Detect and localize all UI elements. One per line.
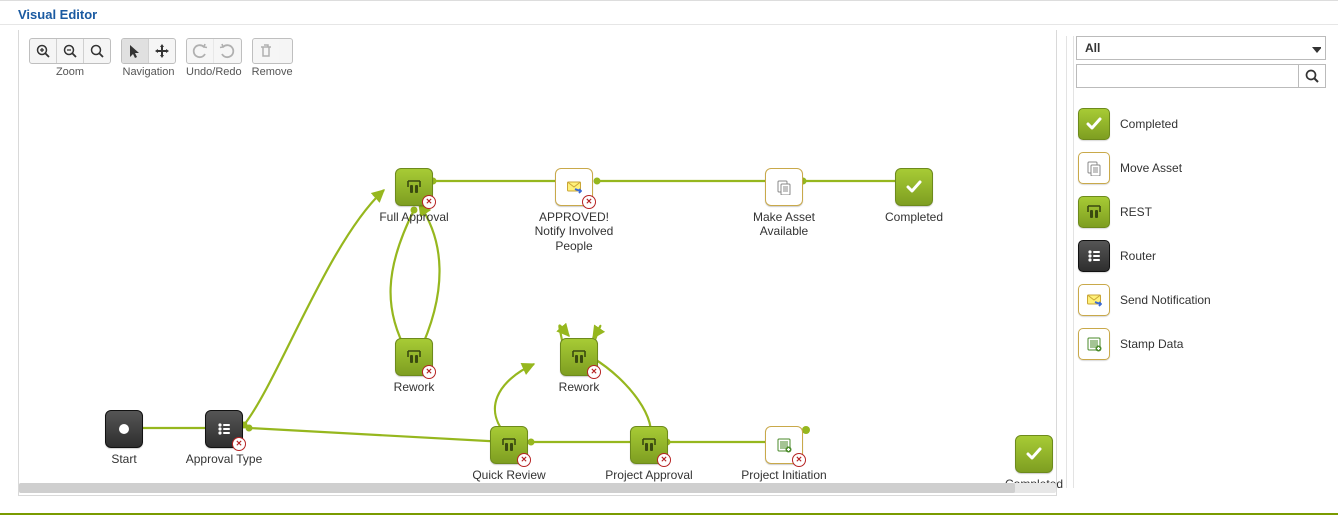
zoom-out-button[interactable] xyxy=(57,39,84,63)
node-label: Start xyxy=(79,452,169,466)
edge-e2 xyxy=(244,190,384,425)
error-badge-icon: ✕ xyxy=(587,365,601,379)
node-approved[interactable]: ✕APPROVED! Notify Involved People xyxy=(529,168,619,253)
edge-e4 xyxy=(418,204,440,355)
palette-item-label: Router xyxy=(1120,249,1156,263)
toolbar-label-remove: Remove xyxy=(252,66,293,78)
panel-title: Visual Editor xyxy=(0,0,1338,25)
search-icon xyxy=(1304,68,1320,84)
node-completed1[interactable]: Completed xyxy=(869,168,959,224)
error-badge-icon: ✕ xyxy=(657,453,671,467)
error-badge-icon: ✕ xyxy=(792,453,806,467)
toolbar-group-zoom: Zoom xyxy=(29,38,111,78)
editor-area: Zoom Navigation Undo/Redo xyxy=(18,30,1057,496)
zoom-in-button[interactable] xyxy=(30,39,57,63)
pan-tool-button[interactable] xyxy=(149,39,175,63)
redo-button[interactable] xyxy=(214,39,240,63)
node-label: APPROVED! Notify Involved People xyxy=(529,210,619,253)
error-badge-icon: ✕ xyxy=(517,453,531,467)
move-icon xyxy=(1078,152,1110,184)
palette-item-label: Move Asset xyxy=(1120,161,1182,175)
edge-e3 xyxy=(391,210,414,352)
palette-item-label: Send Notification xyxy=(1120,293,1211,307)
toolbar-label-zoom: Zoom xyxy=(29,66,111,78)
toolbar-label-undoredo: Undo/Redo xyxy=(186,66,242,78)
palette-item-label: REST xyxy=(1120,205,1152,219)
node-project-init[interactable]: ✕Project Initiation xyxy=(739,426,829,482)
node-project-approval[interactable]: ✕Project Approval xyxy=(604,426,694,482)
palette-item-rest[interactable]: REST xyxy=(1076,190,1326,234)
node-label: Project Initiation xyxy=(739,468,829,482)
error-badge-icon: ✕ xyxy=(232,437,246,451)
node-quick-review[interactable]: ✕Quick Review xyxy=(464,426,554,482)
check-icon xyxy=(895,168,933,206)
stamp-icon: ✕ xyxy=(765,426,803,464)
node-make-asset[interactable]: Make Asset Available xyxy=(739,168,829,239)
mail-icon xyxy=(1078,284,1110,316)
palette-item-router[interactable]: Router xyxy=(1076,234,1326,278)
toolbar-group-remove: Remove xyxy=(252,38,293,78)
rest-icon: ✕ xyxy=(490,426,528,464)
palette-filter-select[interactable]: All xyxy=(1076,36,1326,60)
workflow-canvas[interactable]: Start✕Approval Type✕Full Approval✕Rework… xyxy=(19,80,1056,483)
toolbar-group-navigation: Navigation xyxy=(121,38,176,78)
node-label: Completed xyxy=(869,210,959,224)
node-label: Rework xyxy=(369,380,459,394)
palette-item-stamp-data[interactable]: Stamp Data xyxy=(1076,322,1326,366)
palette-search-button[interactable] xyxy=(1298,64,1326,88)
horizontal-scrollbar[interactable] xyxy=(19,483,1056,493)
zoom-fit-button[interactable] xyxy=(84,39,110,63)
palette-item-send-notification[interactable]: Send Notification xyxy=(1076,278,1326,322)
toolbar: Zoom Navigation Undo/Redo xyxy=(19,30,1056,80)
node-palette: All Completed Move Asset REST Router Send No… xyxy=(1076,36,1326,496)
rest-icon: ✕ xyxy=(630,426,668,464)
edge-layer xyxy=(19,80,1056,483)
move-icon xyxy=(765,168,803,206)
palette-search-input[interactable] xyxy=(1076,64,1298,88)
error-badge-icon: ✕ xyxy=(582,195,596,209)
router-icon xyxy=(1078,240,1110,272)
check-icon xyxy=(1078,108,1110,140)
splitter[interactable] xyxy=(1066,36,1074,488)
toolbar-label-navigation: Navigation xyxy=(121,66,176,78)
rest-icon xyxy=(1078,196,1110,228)
rest-icon: ✕ xyxy=(395,168,433,206)
palette-item-label: Completed xyxy=(1120,117,1178,131)
error-badge-icon: ✕ xyxy=(422,365,436,379)
mail-icon: ✕ xyxy=(555,168,593,206)
node-approval-type[interactable]: ✕Approval Type xyxy=(179,410,269,466)
node-label: Make Asset Available xyxy=(739,210,829,239)
palette-list: Completed Move Asset REST Router Send Notifi… xyxy=(1076,102,1326,366)
node-label: Approval Type xyxy=(179,452,269,466)
remove-button[interactable] xyxy=(253,39,279,63)
palette-filter-value: All xyxy=(1085,41,1100,55)
node-label: Quick Review xyxy=(464,468,554,482)
node-full-approval[interactable]: ✕Full Approval xyxy=(369,168,459,224)
palette-item-label: Stamp Data xyxy=(1120,337,1183,351)
check-icon xyxy=(1015,435,1053,473)
palette-item-completed[interactable]: Completed xyxy=(1076,102,1326,146)
toolbar-group-undoredo: Undo/Redo xyxy=(186,38,242,78)
stamp-icon xyxy=(1078,328,1110,360)
node-label: Full Approval xyxy=(369,210,459,224)
rest-icon: ✕ xyxy=(560,338,598,376)
node-label: Project Approval xyxy=(604,468,694,482)
router-icon: ✕ xyxy=(205,410,243,448)
node-rework1[interactable]: ✕Rework xyxy=(369,338,459,394)
palette-item-move-asset[interactable]: Move Asset xyxy=(1076,146,1326,190)
start-icon xyxy=(105,410,143,448)
node-rework2[interactable]: ✕Rework xyxy=(534,338,624,394)
pointer-tool-button[interactable] xyxy=(122,39,149,63)
caret-down-icon xyxy=(1309,42,1321,54)
error-badge-icon: ✕ xyxy=(422,195,436,209)
rest-icon: ✕ xyxy=(395,338,433,376)
node-start[interactable]: Start xyxy=(79,410,169,466)
undo-button[interactable] xyxy=(187,39,214,63)
node-label: Rework xyxy=(534,380,624,394)
